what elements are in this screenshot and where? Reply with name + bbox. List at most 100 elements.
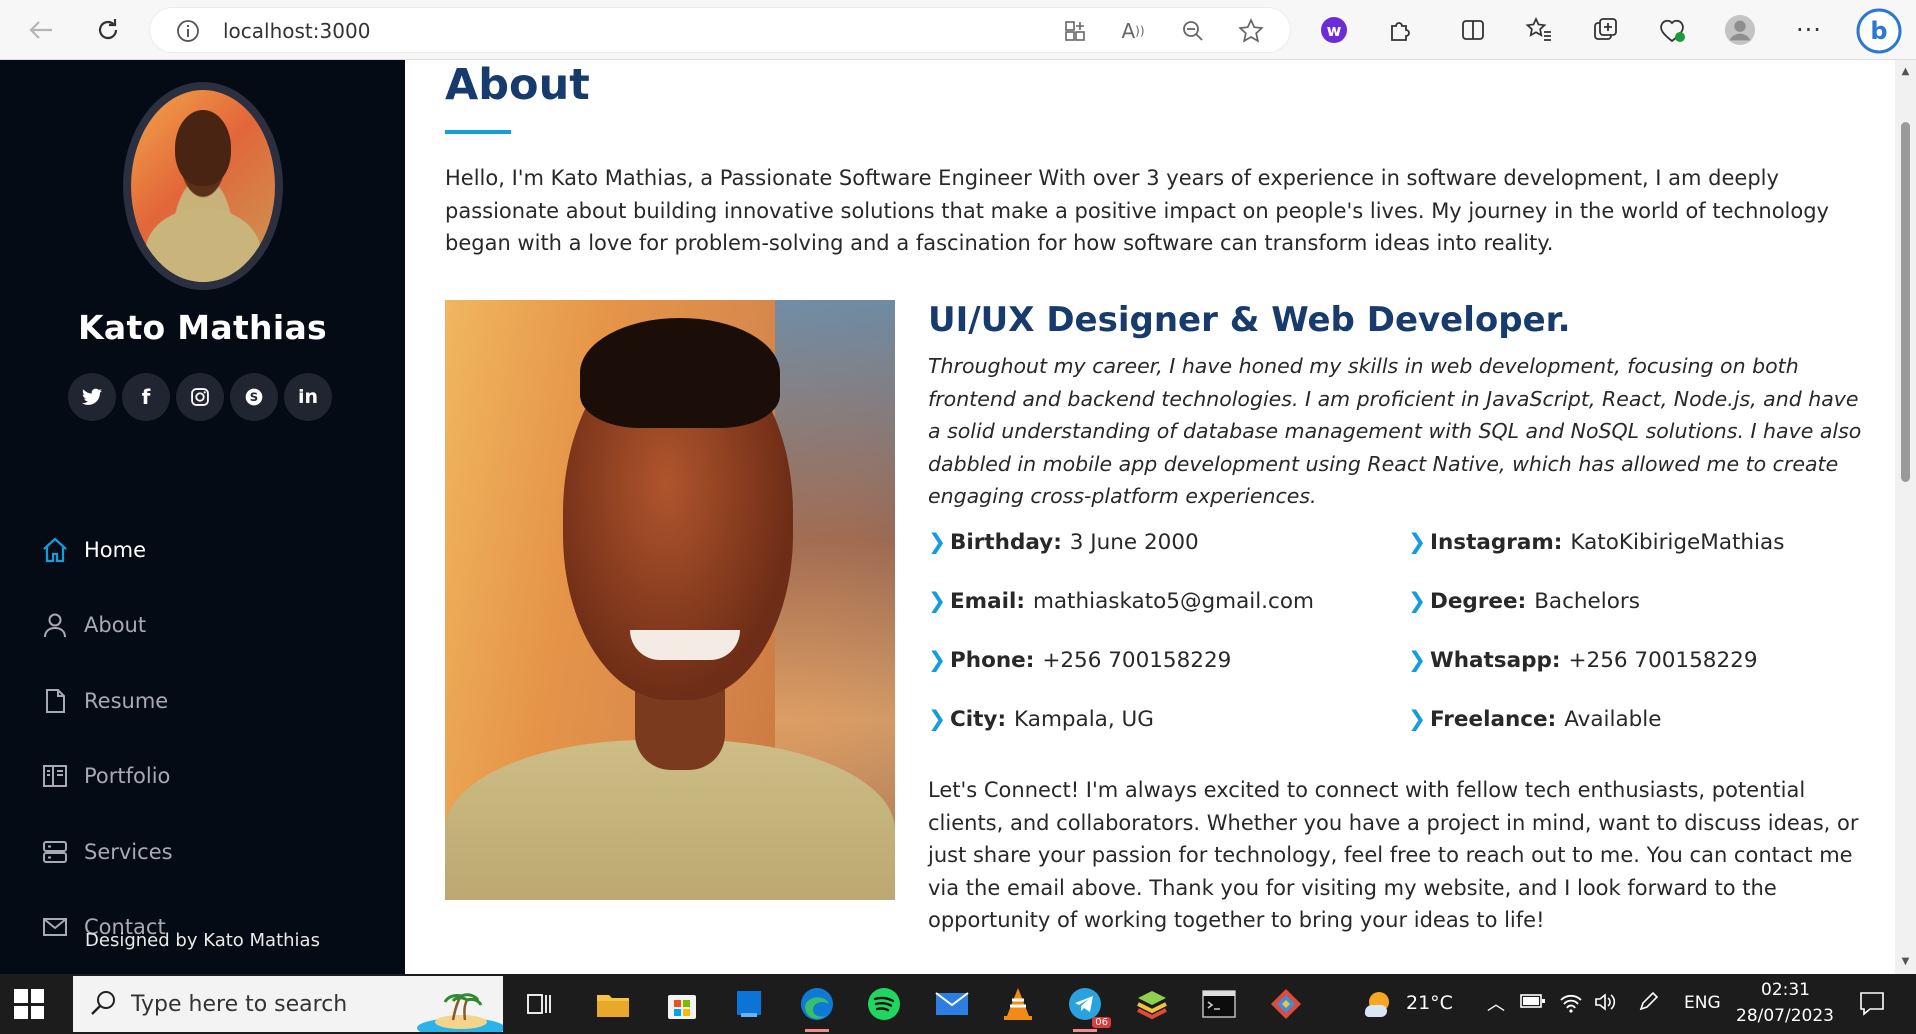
- blue-app-icon[interactable]: [727, 982, 771, 1026]
- role-title: UI/UX Designer & Web Developer.: [928, 300, 1571, 340]
- zoom-out-icon[interactable]: [1180, 18, 1206, 44]
- nav-item-contact[interactable]: Contact: [40, 890, 173, 966]
- nav-item-portfolio[interactable]: Portfolio: [40, 739, 173, 815]
- scroll-down-arrow-icon[interactable]: ▼: [1900, 956, 1911, 967]
- windows-start-icon[interactable]: [14, 989, 44, 1019]
- connect-paragraph: Let's Connect! I'm always excited to con…: [928, 778, 1859, 932]
- linkedin-link[interactable]: in: [284, 373, 332, 421]
- weather-temperature[interactable]: 21°C: [1406, 992, 1453, 1014]
- show-hidden-icons-chevron-icon[interactable]: ︿: [1487, 990, 1505, 1016]
- info-instagram: ❯ Instagram: KatoKibirigeMathias: [1408, 530, 1784, 555]
- bing-copilot-icon[interactable]: b: [1856, 8, 1902, 54]
- nav-item-home[interactable]: Home: [40, 512, 173, 588]
- language-indicator[interactable]: ENG: [1684, 993, 1721, 1013]
- instagram-link[interactable]: [176, 373, 224, 421]
- svg-text:w: w: [1327, 21, 1342, 40]
- nav-item-services[interactable]: Services: [40, 814, 173, 890]
- more-menu-icon[interactable]: ···: [1793, 14, 1825, 46]
- clock-time[interactable]: 02:31: [1761, 980, 1810, 1000]
- skype-link[interactable]: S: [230, 373, 278, 421]
- info-value: KatoKibirigeMathias: [1570, 530, 1785, 555]
- extensions-puzzle-icon[interactable]: [1384, 14, 1416, 46]
- search-placeholder: Type here to search: [131, 992, 348, 1017]
- bluestacks-icon[interactable]: [1130, 982, 1174, 1026]
- collections-icon[interactable]: [1590, 14, 1622, 46]
- profile-photo: [131, 90, 275, 282]
- chevron-right-icon: ❯: [928, 530, 947, 555]
- about-section: About Hello, I'm Kato Mathias, a Passion…: [405, 60, 1895, 974]
- notifications-icon[interactable]: [1858, 989, 1886, 1022]
- refresh-button[interactable]: [89, 11, 127, 49]
- mail-icon[interactable]: [930, 982, 974, 1026]
- terminal-icon[interactable]: [1197, 982, 1241, 1026]
- back-button[interactable]: [22, 11, 60, 49]
- address-bar[interactable]: localhost:3000 A)): [150, 8, 1290, 52]
- app-available-icon[interactable]: [1062, 18, 1088, 44]
- read-aloud-icon[interactable]: A)): [1120, 18, 1146, 44]
- microsoft-store-icon[interactable]: [660, 982, 704, 1026]
- info-label: Whatsapp:: [1430, 648, 1561, 673]
- scroll-thumb[interactable]: [1901, 122, 1910, 482]
- chevron-right-icon: ❯: [928, 707, 947, 732]
- pen-icon[interactable]: [1637, 991, 1661, 1018]
- sidebar-nav: Home About Resume Portfolio Services Con…: [40, 512, 173, 965]
- vlc-icon[interactable]: [996, 982, 1040, 1026]
- telegram-icon[interactable]: 06: [1063, 982, 1111, 1032]
- url-text[interactable]: localhost:3000: [223, 19, 370, 43]
- volume-icon[interactable]: [1593, 991, 1617, 1018]
- info-phone: ❯ Phone: +256 700158229: [928, 648, 1231, 673]
- telegram-unread-badge: 06: [1092, 1017, 1111, 1028]
- profile-photo-frame: [123, 82, 283, 290]
- refresh-icon: [98, 19, 118, 40]
- facebook-icon: f: [141, 385, 151, 409]
- info-value: mathiaskato5@gmail.com: [1032, 589, 1314, 614]
- profile-avatar[interactable]: [1724, 14, 1756, 46]
- taskbar-search-box[interactable]: Type here to search: [73, 976, 505, 1034]
- edge-browser-icon[interactable]: [795, 982, 839, 1032]
- git-tool-icon[interactable]: [1264, 982, 1308, 1026]
- info-email: ❯ Email: mathiaskato5@gmail.com: [928, 589, 1314, 614]
- chevron-right-icon: ❯: [1408, 530, 1427, 555]
- file-explorer-icon[interactable]: [591, 982, 635, 1026]
- info-birthday: ❯ Birthday: 3 June 2000: [928, 530, 1199, 555]
- clock-date[interactable]: 28/07/2023: [1736, 1006, 1834, 1026]
- extension-w-icon[interactable]: w: [1318, 14, 1350, 46]
- info-value: Available: [1564, 707, 1662, 732]
- person-icon: [40, 610, 70, 640]
- split-screen-icon[interactable]: [1457, 14, 1489, 46]
- info-whatsapp: ❯ Whatsapp: +256 700158229: [1408, 648, 1758, 673]
- info-label: Birthday:: [950, 530, 1062, 555]
- nav-item-resume[interactable]: Resume: [40, 663, 173, 739]
- wifi-icon[interactable]: [1559, 991, 1583, 1018]
- portrait-photo: [445, 300, 895, 900]
- info-value: 3 June 2000: [1069, 530, 1199, 555]
- search-icon: [89, 988, 119, 1022]
- svg-text:S: S: [250, 390, 258, 404]
- favorites-icon[interactable]: [1523, 14, 1555, 46]
- nav-label-services: Services: [84, 839, 173, 864]
- weather-icon[interactable]: [1355, 982, 1399, 1026]
- nav-item-about[interactable]: About: [40, 588, 173, 664]
- skype-icon: S: [245, 388, 263, 406]
- spotify-icon[interactable]: [862, 982, 906, 1026]
- info-value: Kampala, UG: [1014, 707, 1154, 732]
- nav-label-home: Home: [84, 537, 147, 562]
- chevron-right-icon: ❯: [928, 648, 947, 673]
- info-label: Degree:: [1430, 589, 1527, 614]
- sidebar: Kato Mathias f S in Home About Resume Po…: [0, 60, 405, 974]
- task-view-icon[interactable]: [518, 982, 562, 1026]
- info-freelance: ❯ Freelance: Available: [1408, 707, 1662, 732]
- browser-essentials-icon[interactable]: [1656, 14, 1688, 46]
- scroll-up-arrow-icon[interactable]: ▲: [1900, 66, 1911, 77]
- twitter-link[interactable]: [68, 373, 116, 421]
- sidebar-credit: Designed by Kato Mathias: [85, 930, 320, 951]
- favorite-star-icon[interactable]: [1238, 18, 1264, 44]
- chevron-right-icon: ❯: [1408, 648, 1427, 673]
- section-title: About: [445, 60, 590, 110]
- site-info-icon[interactable]: [176, 19, 200, 47]
- facebook-link[interactable]: f: [122, 373, 170, 421]
- intro-paragraph: Hello, I'm Kato Mathias, a Passionate So…: [445, 166, 1829, 255]
- page-scrollbar[interactable]: ▲ ▼: [1895, 60, 1916, 974]
- info-value: Bachelors: [1534, 589, 1640, 614]
- battery-icon[interactable]: [1520, 992, 1546, 1015]
